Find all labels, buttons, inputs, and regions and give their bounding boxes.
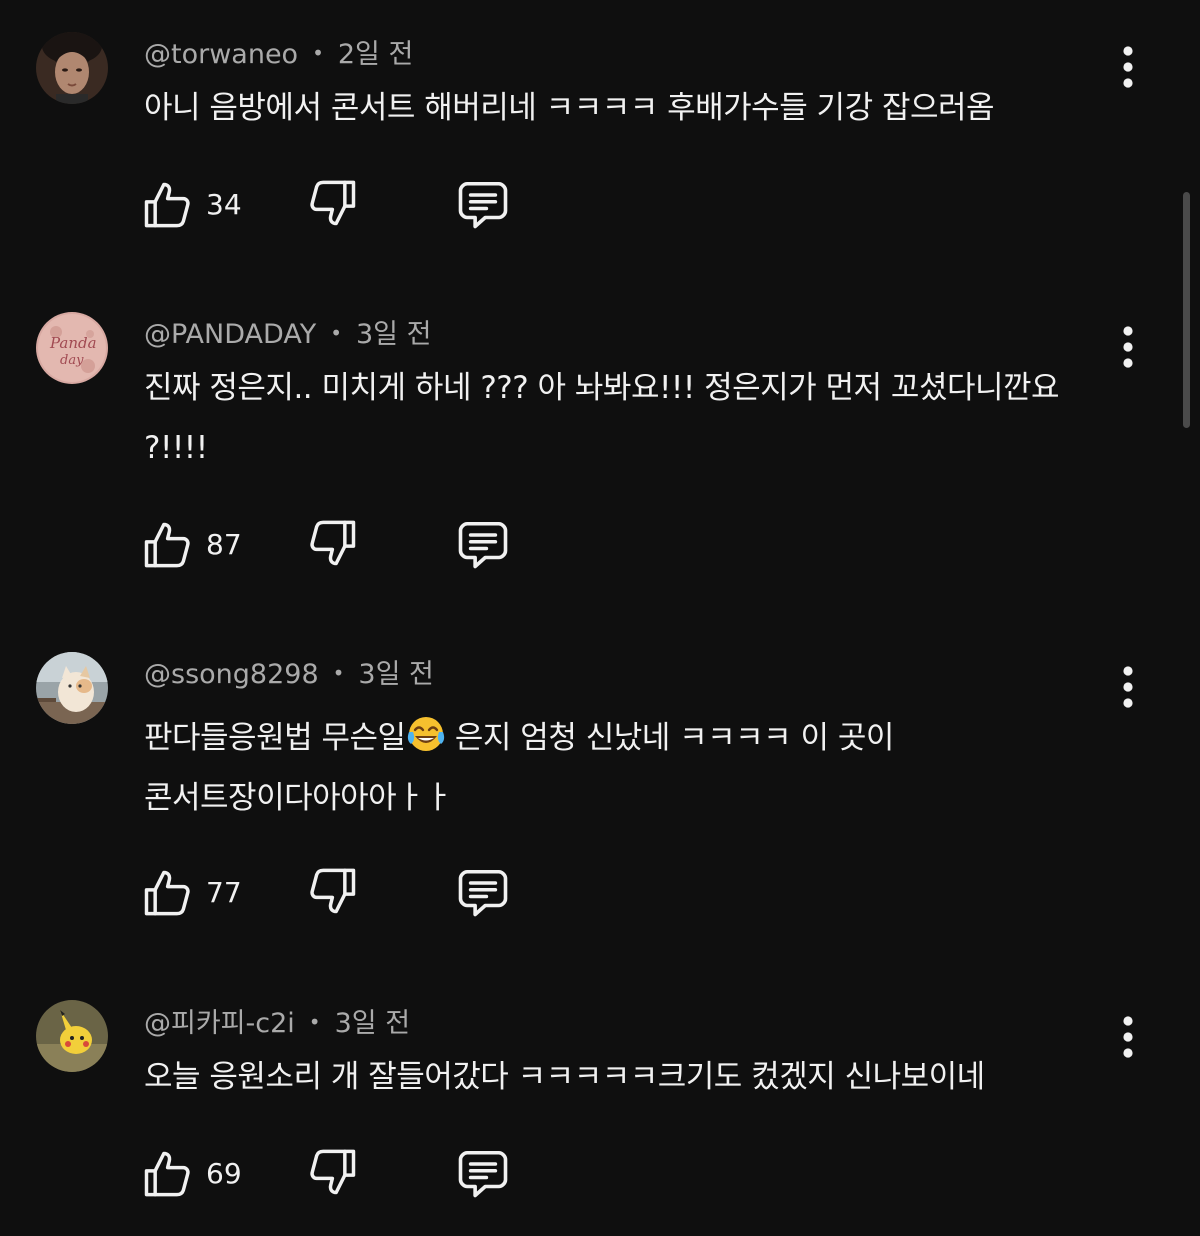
comment-meta: @PANDADAY • 3일 전 [144,315,431,353]
more-options-button[interactable] [1112,325,1144,369]
avatar[interactable] [36,652,108,724]
avatar[interactable] [36,32,108,104]
comment-meta: @ssong8298 • 3일 전 [144,655,434,693]
comment-actions: 34 [140,178,540,234]
reply-icon [456,177,510,231]
reply-button[interactable] [456,518,510,570]
comment-time: 2일 전 [337,39,414,70]
thumbs-down-icon [308,178,360,230]
comment-time: 3일 전 [334,1008,411,1039]
thumbs-up-icon [140,178,192,230]
author-name[interactable]: @ssong8298 [144,659,319,690]
author-name[interactable]: @torwaneo [144,39,298,70]
thumbs-up-icon [140,518,192,570]
comment-text: 아니 음방에서 콘서트 해버리네 ㅋㅋㅋㅋ 후배가수들 기강 잡으러옴 [144,90,995,126]
reply-icon [456,517,510,571]
like-button[interactable]: 77 [140,866,242,918]
face-with-tears-of-joy-icon [407,717,444,751]
more-vert-icon [1112,1015,1144,1059]
comment-meta: @피카피-c2i • 3일 전 [144,1004,410,1042]
like-count: 87 [206,527,242,561]
author-name[interactable]: @PANDADAY [144,319,316,350]
like-button[interactable]: 69 [140,1147,242,1199]
comment-actions: 69 [140,1147,540,1203]
thumbs-down-icon [308,518,360,570]
author-name[interactable]: @피카피-c2i [144,1008,295,1039]
more-vert-icon [1112,325,1144,369]
reply-button[interactable] [456,1147,510,1199]
separator-dot: • [332,661,345,685]
reply-button[interactable] [456,178,510,230]
separator-dot: • [312,41,324,65]
like-button[interactable]: 34 [140,178,242,230]
svg-text:day: day [60,353,84,368]
thumbs-up-icon [140,866,192,918]
thumbs-down-icon [308,866,360,918]
thumbs-up-icon [140,1147,192,1199]
svg-text:Panda: Panda [49,334,97,352]
like-count: 69 [206,1156,242,1190]
separator-dot: • [308,1010,321,1034]
comment-time: 3일 전 [358,659,434,690]
reply-icon [456,865,510,919]
comment-actions: 87 [140,518,540,574]
dislike-button[interactable] [308,1147,360,1199]
comment-text: 판다들응원법 무슨일 은지 엄청 신났네 ㅋㅋㅋㅋ 이 곳이 콘서트장이다아아아… [144,708,1119,828]
scrollbar[interactable] [1183,192,1190,428]
dislike-button[interactable] [308,518,360,570]
like-count: 34 [206,187,242,221]
reply-button[interactable] [456,866,510,918]
avatar[interactable] [36,1000,108,1072]
reply-icon [456,1146,510,1200]
dislike-button[interactable] [308,866,360,918]
comment-text-part: 판다들응원법 무슨일 [144,720,406,756]
like-count: 77 [206,875,242,909]
separator-dot: • [330,321,342,345]
comment-meta: @torwaneo • 2일 전 [144,35,413,73]
more-options-button[interactable] [1112,665,1144,709]
comment-time: 3일 전 [356,319,432,350]
comment-text: 오늘 응원소리 개 잘들어갔다 ㅋㅋㅋㅋㅋ크기도 컸겠지 신나보이네 [144,1059,985,1095]
avatar[interactable]: Panda day [36,312,108,384]
thumbs-down-icon [308,1147,360,1199]
more-options-button[interactable] [1112,1015,1144,1059]
dislike-button[interactable] [308,178,360,230]
more-vert-icon [1112,45,1144,89]
more-options-button[interactable] [1112,45,1144,89]
comment-actions: 77 [140,866,540,922]
more-vert-icon [1112,665,1144,709]
comment-text: 진짜 정은지.. 미치게 하네 ??? 아 놔봐요!!! 정은지가 먼저 꼬셨다… [144,370,1060,466]
like-button[interactable]: 87 [140,518,242,570]
